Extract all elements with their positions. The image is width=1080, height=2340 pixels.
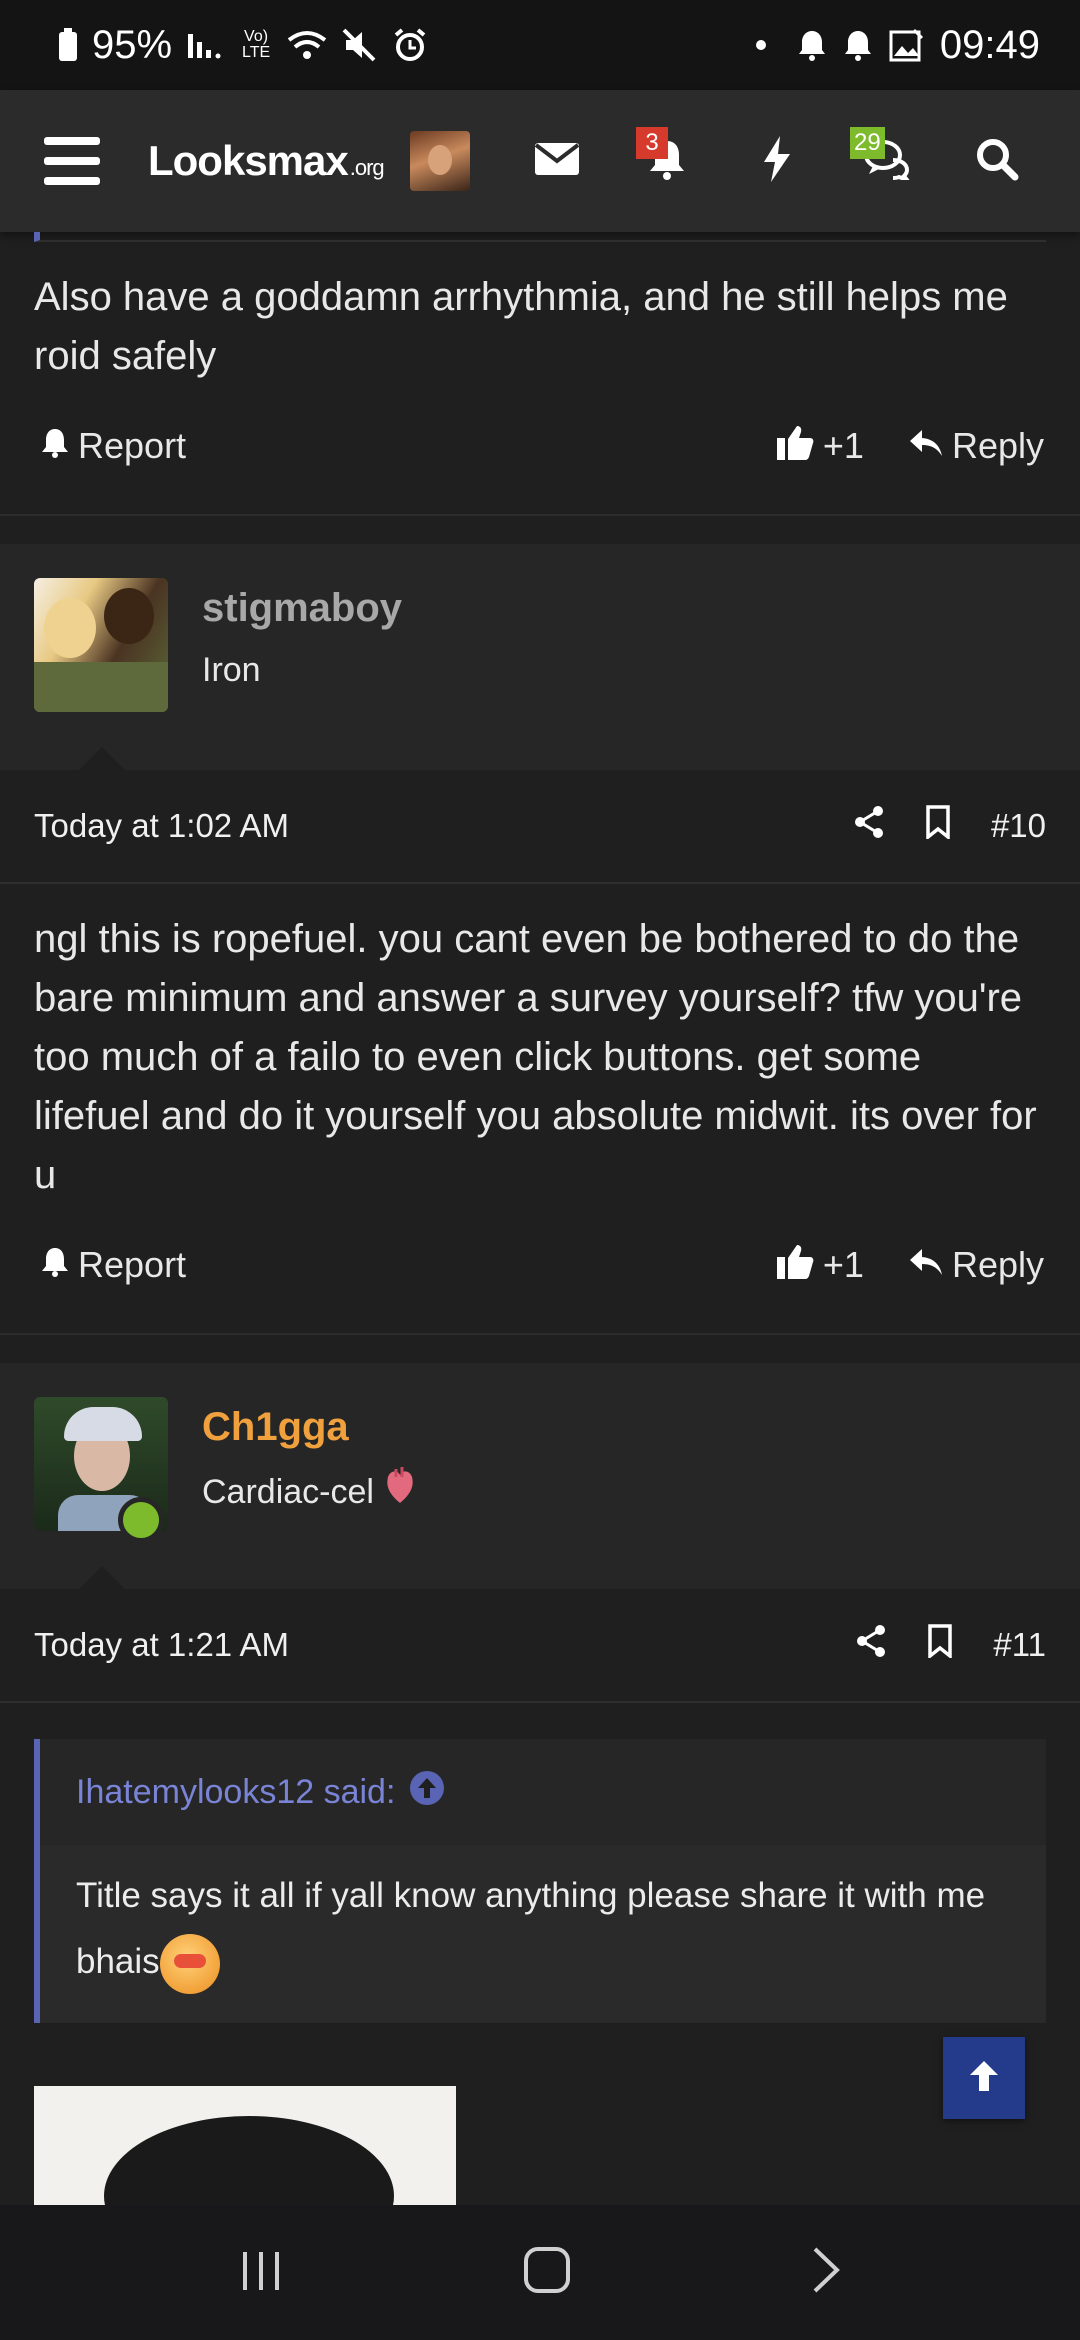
quote-block: Ihatemylooks12 said: Title says it all i…: [34, 1739, 1046, 2023]
post-9-text: Also have a goddamn arrhythmia, and he s…: [34, 275, 1008, 378]
logo-main: Looksmax: [148, 137, 349, 184]
conversations-badge: 29: [850, 127, 885, 159]
post-number[interactable]: #11: [993, 1626, 1046, 1664]
like-button[interactable]: +1: [775, 422, 864, 471]
battery-percent: 95%: [92, 22, 173, 67]
dot-icon: [755, 40, 766, 50]
share-icon[interactable]: [853, 805, 885, 847]
post-timestamp[interactable]: Today at 1:21 AM: [34, 1626, 289, 1664]
post-number[interactable]: #10: [991, 807, 1046, 845]
thumbs-up-icon: [775, 1241, 815, 1290]
lightning-icon: [762, 135, 792, 187]
quote-header[interactable]: Ihatemylooks12 said:: [40, 1739, 1046, 1845]
back-chevron-icon[interactable]: [811, 2245, 841, 2300]
heart-icon: [384, 1465, 416, 1518]
user-title-row: Cardiac-cel: [202, 1465, 416, 1518]
arrow-up-icon: [966, 2058, 1002, 2099]
notification-bell-icon: [796, 28, 828, 62]
signal-icon: [186, 30, 226, 60]
avatar-figure-2: [44, 598, 96, 658]
network-type-label: Vo) LTE: [241, 28, 271, 61]
online-indicator: [118, 1497, 164, 1543]
inbox-button[interactable]: [502, 121, 612, 201]
reply-arrow-icon: [908, 425, 944, 467]
post-image[interactable]: [34, 2086, 456, 2206]
logo-suffix: .org: [349, 155, 385, 180]
site-navbar: Looksmax.org 3 29: [0, 90, 1080, 232]
clock-time: 09:49: [939, 22, 1040, 67]
site-logo[interactable]: Looksmax.org: [148, 137, 385, 185]
home-icon[interactable]: [522, 2245, 572, 2300]
post-10-user-block: stigmaboy Iron: [0, 544, 1080, 771]
quote-tail: [34, 232, 1046, 242]
reply-button[interactable]: Reply: [908, 425, 1044, 467]
thumbs-up-icon: [775, 422, 815, 471]
menu-icon[interactable]: [44, 137, 100, 185]
post-divider: [0, 486, 1080, 516]
report-button[interactable]: Report: [40, 1244, 186, 1286]
conversations-button[interactable]: 29: [832, 121, 942, 201]
post-9: Also have a goddamn arrhythmia, and he s…: [0, 242, 1080, 486]
post-divider: [0, 1305, 1080, 1335]
alerts-badge: 3: [636, 127, 668, 159]
bookmark-icon[interactable]: [927, 1624, 953, 1666]
post-10-meta: Today at 1:02 AM #10: [0, 770, 1080, 884]
user-title: Iron: [202, 651, 261, 689]
post-9-actions: Report +1 Reply: [0, 406, 1080, 486]
post-timestamp[interactable]: Today at 1:02 AM: [34, 807, 289, 845]
gallery-notification-icon: [888, 26, 926, 64]
wifi-icon: [286, 28, 328, 62]
report-label: Report: [78, 1244, 187, 1285]
jump-to-quote-icon[interactable]: [409, 1770, 445, 1815]
search-icon: [975, 137, 1019, 186]
report-button[interactable]: Report: [40, 425, 186, 467]
user-avatar[interactable]: [409, 131, 470, 191]
post-10-actions: Report +1 Reply: [0, 1225, 1080, 1305]
notification-bell-icon-2: [842, 28, 874, 62]
reply-label: Reply: [951, 425, 1044, 466]
alerts-button[interactable]: 3: [612, 121, 722, 201]
quote-body: Title says it all if yall know anything …: [40, 1845, 1046, 2023]
avatar-figure: [104, 588, 154, 644]
whats-new-button[interactable]: [722, 121, 832, 201]
search-button[interactable]: [942, 121, 1052, 201]
share-icon[interactable]: [855, 1624, 887, 1666]
battery-icon: [58, 28, 78, 62]
post-11: Ch1gga Cardiac-cel Today at 1:21 AM #11 …: [0, 1363, 1080, 2023]
recent-apps-icon[interactable]: [239, 2248, 283, 2297]
username[interactable]: stigmaboy: [202, 584, 402, 632]
system-navigation-bar: [0, 2205, 1080, 2340]
bell-icon: [40, 425, 70, 467]
like-button[interactable]: +1: [775, 1241, 864, 1290]
post-10-text: ngl this is ropefuel. you cant even be b…: [34, 917, 1037, 1197]
like-count: +1: [822, 425, 864, 466]
thread-content: Also have a goddamn arrhythmia, and he s…: [0, 232, 1080, 2205]
bookmark-icon[interactable]: [925, 805, 951, 847]
post-10: stigmaboy Iron Today at 1:02 AM #10 ngl …: [0, 544, 1080, 1305]
avatar-hat: [64, 1407, 142, 1441]
username[interactable]: Ch1gga: [202, 1403, 416, 1451]
post-11-meta: Today at 1:21 AM #11: [0, 1589, 1080, 1703]
mute-icon: [342, 28, 378, 62]
reply-label: Reply: [951, 1244, 1044, 1285]
alarm-icon: [392, 27, 428, 63]
scroll-to-top-button[interactable]: [943, 2037, 1025, 2119]
blushing-emoji-icon: [159, 1933, 220, 1994]
user-block-notch: [78, 747, 126, 771]
reply-arrow-icon: [908, 1244, 944, 1286]
user-block-notch: [78, 1566, 126, 1590]
user-title: Cardiac-cel: [202, 1472, 374, 1511]
status-bar: 95% Vo) LTE 09:49: [0, 0, 1080, 90]
reply-button[interactable]: Reply: [908, 1244, 1044, 1286]
bell-icon: [40, 1244, 70, 1286]
post-11-user-block: Ch1gga Cardiac-cel: [0, 1363, 1080, 1590]
report-label: Report: [78, 425, 187, 466]
envelope-icon: [534, 142, 580, 181]
avatar[interactable]: [34, 578, 168, 712]
like-count: +1: [822, 1244, 864, 1285]
quote-author[interactable]: Ihatemylooks12 said:: [76, 1773, 395, 1812]
avatar-clothing: [34, 662, 168, 712]
